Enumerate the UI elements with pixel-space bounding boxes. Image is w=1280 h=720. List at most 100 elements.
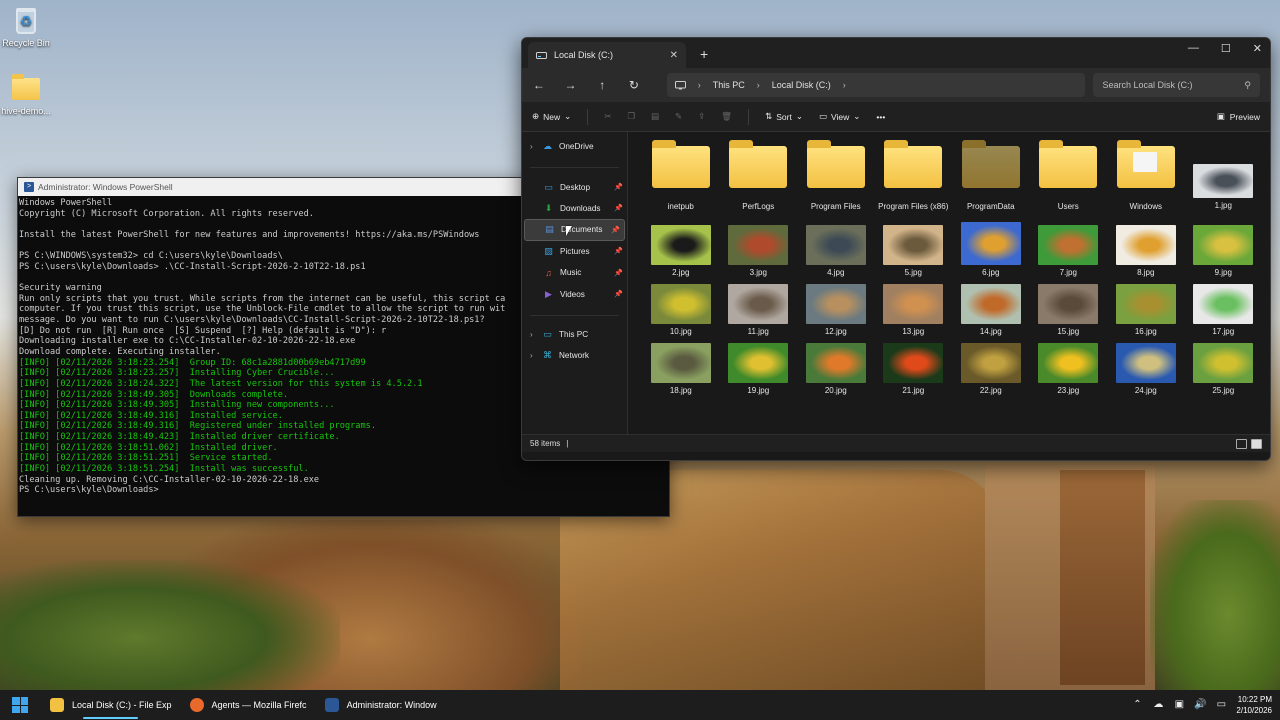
search-input[interactable]: Search Local Disk (C:) ⚲ — [1093, 73, 1261, 97]
sidebar-item-music[interactable]: ♫ Music 📌 — [522, 262, 627, 283]
folder-item[interactable]: Users — [1030, 140, 1108, 222]
image-file-item[interactable]: 7.jpg — [1030, 222, 1108, 281]
image-file-item[interactable]: 18.jpg — [642, 340, 720, 399]
image-file-item[interactable]: 3.jpg — [720, 222, 798, 281]
sort-button[interactable]: ⇅ Sort ⌄ — [765, 111, 803, 122]
taskbar-item-file-explorer[interactable]: Local Disk (C:) - File Exp — [42, 690, 180, 720]
sidebar-item-label: Network — [559, 351, 590, 361]
network-wired-icon[interactable]: ▣ — [1173, 699, 1185, 711]
details-view-icon[interactable] — [1236, 438, 1247, 449]
battery-icon[interactable]: ▭ — [1215, 699, 1227, 711]
image-file-item[interactable]: 14.jpg — [952, 281, 1030, 340]
image-file-item[interactable]: 5.jpg — [875, 222, 953, 281]
large-icons-view-icon[interactable] — [1251, 438, 1262, 449]
explorer-tab[interactable]: Local Disk (C:) ✕ — [528, 42, 686, 68]
image-file-item[interactable]: 21.jpg — [875, 340, 953, 399]
image-file-item[interactable]: 8.jpg — [1107, 222, 1185, 281]
image-file-item[interactable]: 11.jpg — [720, 281, 798, 340]
refresh-icon[interactable]: ↻ — [627, 78, 641, 92]
download-icon: ⬇ — [544, 202, 553, 213]
sidebar-item-videos[interactable]: ▶ Videos 📌 — [522, 283, 627, 304]
sidebar-item-label: Desktop — [560, 182, 591, 192]
chevron-right-icon[interactable]: › — [530, 351, 536, 360]
sidebar-item-downloads[interactable]: ⬇ Downloads 📌 — [522, 198, 627, 219]
desktop-icon-folder[interactable]: hive-demo... — [0, 74, 52, 116]
more-options-icon[interactable]: ••• — [876, 112, 885, 122]
volume-icon[interactable]: 🔊 — [1194, 699, 1206, 711]
image-file-item[interactable]: 17.jpg — [1185, 281, 1263, 340]
folder-icon — [961, 140, 1020, 188]
image-file-item[interactable]: 20.jpg — [797, 340, 875, 399]
breadcrumb-local-disk[interactable]: Local Disk (C:) — [772, 80, 831, 90]
sidebar-item-desktop[interactable]: ▭ Desktop 📌 — [522, 176, 627, 197]
forward-arrow-icon[interactable]: → — [564, 78, 578, 92]
desktop-icon-recycle-bin[interactable]: ♻ Recycle Bin — [0, 6, 52, 48]
up-arrow-icon[interactable]: ↑ — [595, 78, 609, 92]
folder-item[interactable]: Windows — [1107, 140, 1185, 222]
breadcrumb-this-pc[interactable]: This PC — [713, 80, 745, 90]
folder-item[interactable]: Program Files — [797, 140, 875, 222]
image-file-item[interactable]: 9.jpg — [1185, 222, 1263, 281]
share-icon[interactable]: ⇪ — [698, 111, 705, 122]
clock[interactable]: 10:22 PM 2/10/2026 — [1236, 694, 1272, 716]
image-file-item[interactable]: 24.jpg — [1107, 340, 1185, 399]
sidebar-item-onedrive[interactable]: › ☁ OneDrive — [522, 136, 627, 157]
file-list-area[interactable]: inetpub PerfLogs Program Files Program File… — [628, 132, 1270, 434]
chevron-right-icon[interactable]: › — [530, 330, 536, 339]
delete-icon[interactable]: 🗑 — [721, 111, 732, 122]
image-file-label: 9.jpg — [1214, 268, 1232, 277]
image-file-item[interactable]: 1.jpg — [1185, 140, 1263, 222]
back-arrow-icon[interactable]: ← — [532, 78, 546, 92]
image-file-item[interactable]: 13.jpg — [875, 281, 953, 340]
rename-icon[interactable]: ✎ — [675, 111, 682, 122]
taskbar-item-firefox[interactable]: Agents — Mozilla Firefc — [182, 690, 315, 720]
copy-icon[interactable]: ❐ — [627, 111, 635, 122]
image-file-item[interactable]: 10.jpg — [642, 281, 720, 340]
preview-button[interactable]: ▣ Preview — [1217, 111, 1260, 122]
close-tab-icon[interactable]: ✕ — [670, 50, 678, 61]
paste-icon[interactable]: ▤ — [651, 111, 659, 122]
image-file-item[interactable]: 4.jpg — [797, 222, 875, 281]
sidebar-item-network[interactable]: › ⌘ Network — [522, 345, 627, 366]
new-tab-icon[interactable]: + — [700, 46, 708, 62]
image-thumbnail — [1115, 343, 1176, 383]
image-thumbnail — [1193, 343, 1254, 383]
image-file-item[interactable]: 6.jpg — [952, 222, 1030, 281]
image-file-item[interactable]: 15.jpg — [1030, 281, 1108, 340]
image-file-item[interactable]: 12.jpg — [797, 281, 875, 340]
image-thumbnail — [650, 343, 711, 383]
image-file-item[interactable]: 25.jpg — [1185, 340, 1263, 399]
sidebar-item-documents[interactable]: ▤ Documents 📌 — [524, 219, 625, 241]
explorer-tabbar: Local Disk (C:) ✕ + — ☐ ✕ — [522, 38, 1270, 68]
folder-item[interactable]: ProgramData — [952, 140, 1030, 222]
file-explorer-window[interactable]: Local Disk (C:) ✕ + — ☐ ✕ ← → ↑ ↻ › This… — [521, 37, 1271, 461]
taskbar-item-powershell[interactable]: Administrator: Window — [317, 690, 445, 720]
minimize-icon[interactable]: — — [1188, 42, 1199, 55]
image-file-item[interactable]: 19.jpg — [720, 340, 798, 399]
image-file-item[interactable]: 2.jpg — [642, 222, 720, 281]
cloud-tray-icon[interactable]: ☁ — [1152, 699, 1164, 711]
chevron-up-icon[interactable]: ⌃ — [1131, 699, 1143, 711]
address-bar[interactable]: › This PC › Local Disk (C:) › — [666, 73, 1086, 97]
start-button-windows-icon[interactable] — [12, 697, 28, 713]
new-button[interactable]: ⊕ New ⌄ — [532, 111, 571, 122]
sidebar-item-pictures[interactable]: ▨ Pictures 📌 — [522, 241, 627, 262]
cut-icon[interactable]: ✂ — [604, 111, 611, 122]
folder-item[interactable]: PerfLogs — [720, 140, 798, 222]
image-file-item[interactable]: 22.jpg — [952, 340, 1030, 399]
chevron-down-icon: ⌄ — [564, 111, 572, 121]
image-file-label: 16.jpg — [1134, 327, 1157, 336]
image-file-item[interactable]: 16.jpg — [1107, 281, 1185, 340]
sidebar-item-label: Videos — [560, 289, 585, 299]
chevron-right-icon[interactable]: › — [530, 142, 536, 151]
image-file-item[interactable]: 23.jpg — [1030, 340, 1108, 399]
close-window-icon[interactable]: ✕ — [1253, 42, 1262, 55]
folder-item[interactable]: inetpub — [642, 140, 720, 222]
image-thumbnail — [960, 222, 1021, 265]
sidebar-item-label: Pictures — [560, 246, 590, 256]
folder-item[interactable]: Program Files (x86) — [875, 140, 953, 222]
document-icon: ▤ — [545, 224, 554, 235]
view-button[interactable]: ▭ View ⌄ — [819, 111, 860, 122]
maximize-icon[interactable]: ☐ — [1221, 42, 1231, 55]
sidebar-item-this-pc[interactable]: › ▭ This PC — [522, 324, 627, 345]
